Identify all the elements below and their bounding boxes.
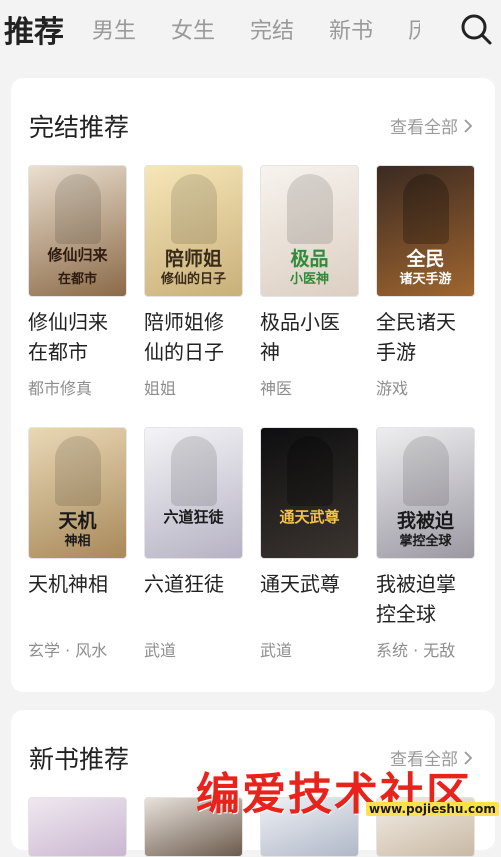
book-item[interactable]: 六道狂徒 六道狂徒 武道	[144, 427, 243, 689]
see-all-label: 查看全部	[390, 118, 458, 138]
book-item[interactable]: 我被迫 掌控全球 我被迫掌控全球 系统 · 无敌	[376, 427, 475, 689]
book-cover[interactable]: 通天武尊	[260, 427, 359, 559]
book-cover[interactable]: 极品 小医神	[260, 165, 359, 297]
book-tag: 姐姐	[144, 379, 177, 398]
book-item[interactable]: 通天武尊 通天武尊 武道	[260, 427, 359, 689]
cover-subtitle: 修仙的日子	[160, 272, 226, 287]
book-cover[interactable]: 陪师姐 修仙的日子	[144, 165, 243, 297]
search-button[interactable]	[459, 12, 493, 46]
finished-recommend-section: 完结推荐 查看全部 修仙归来 在都市 修仙归来在都市 都市修真 陪师姐 修仙的日子 …	[11, 78, 495, 692]
book-item[interactable]: 极品 小医神 极品小医神 神医	[260, 165, 359, 427]
book-item[interactable]: 修仙归来 在都市 修仙归来在都市 都市修真	[28, 165, 127, 427]
book-title: 全民诸天手游	[376, 310, 456, 364]
book-item[interactable]: 陪师姐 修仙的日子 陪师姐修仙的日子 姐姐	[144, 165, 243, 427]
book-tag: 玄学 · 风水	[28, 641, 108, 660]
book-tag: 游戏	[376, 379, 409, 398]
cover-subtitle: 诸天手游	[399, 272, 452, 287]
book-grid: 修仙归来 在都市 修仙归来在都市 都市修真 陪师姐 修仙的日子 陪师姐修仙的日子 姐…	[28, 165, 488, 689]
book-title: 我被迫掌控全球	[376, 572, 456, 626]
cover-figure	[403, 174, 449, 244]
top-tab-bar: 推荐 男生 女生 完结 新书 历	[0, 0, 501, 58]
tab-finished[interactable]: 完结	[250, 13, 294, 45]
cover-figure	[287, 436, 333, 506]
book-title: 修仙归来在都市	[28, 310, 108, 364]
search-icon	[461, 14, 492, 45]
cover-title: 通天武尊	[279, 508, 340, 526]
cover-figure	[55, 174, 101, 244]
section-title: 新书推荐	[29, 745, 130, 774]
cover-figure	[403, 436, 449, 506]
tab-new[interactable]: 新书	[329, 13, 373, 45]
book-tag: 都市修真	[28, 379, 93, 398]
cover-title: 我被迫	[396, 510, 454, 532]
book-cover[interactable]: 六道狂徒	[144, 427, 243, 559]
watermark-url: www.pojieshu.com	[366, 802, 499, 816]
cover-title: 陪师姐	[164, 248, 222, 270]
cover-title: 天机	[58, 510, 97, 532]
book-title: 天机神相	[28, 572, 108, 596]
section-title: 完结推荐	[29, 113, 130, 142]
cover-subtitle: 掌控全球	[399, 534, 452, 549]
book-title: 通天武尊	[260, 572, 340, 596]
book-cover[interactable]: 修仙归来 在都市	[28, 165, 127, 297]
book-cover[interactable]: 全民 诸天手游	[376, 165, 475, 297]
chevron-right-icon	[464, 118, 473, 133]
book-cover[interactable]: 我被迫 掌控全球	[376, 427, 475, 559]
book-title: 陪师姐修仙的日子	[144, 310, 224, 364]
book-title: 极品小医神	[260, 310, 340, 364]
tab-history[interactable]: 历	[408, 13, 420, 45]
see-all-link[interactable]: 查看全部	[390, 113, 473, 138]
cover-title: 全民	[406, 248, 445, 270]
book-tag: 神医	[260, 379, 293, 398]
book-tag: 系统 · 无敌	[376, 641, 456, 660]
cover-subtitle: 神相	[64, 534, 91, 549]
book-tag: 武道	[260, 641, 293, 660]
tab-female[interactable]: 女生	[171, 13, 215, 45]
tab-male[interactable]: 男生	[92, 13, 136, 45]
watermark: 编爱技术社区 www.pojieshu.com	[196, 758, 499, 820]
cover-title: 修仙归来	[47, 246, 108, 264]
cover-subtitle: 在都市	[57, 272, 97, 287]
book-title: 六道狂徒	[144, 572, 224, 596]
book-tag: 武道	[144, 641, 177, 660]
cover-title: 极品	[290, 248, 329, 270]
cover-subtitle: 小医神	[289, 272, 329, 287]
book-item[interactable]: 全民 诸天手游 全民诸天手游 游戏	[376, 165, 475, 427]
cover-figure	[287, 174, 333, 244]
book-cover[interactable]: 天机 神相	[28, 427, 127, 559]
book-cover[interactable]	[28, 797, 127, 857]
cover-title: 六道狂徒	[163, 508, 224, 526]
cover-figure	[171, 436, 217, 506]
book-item[interactable]: 天机 神相 天机神相 玄学 · 风水	[28, 427, 127, 689]
cover-figure	[55, 436, 101, 506]
tab-recommend[interactable]: 推荐	[4, 7, 64, 51]
cover-figure	[171, 174, 217, 244]
